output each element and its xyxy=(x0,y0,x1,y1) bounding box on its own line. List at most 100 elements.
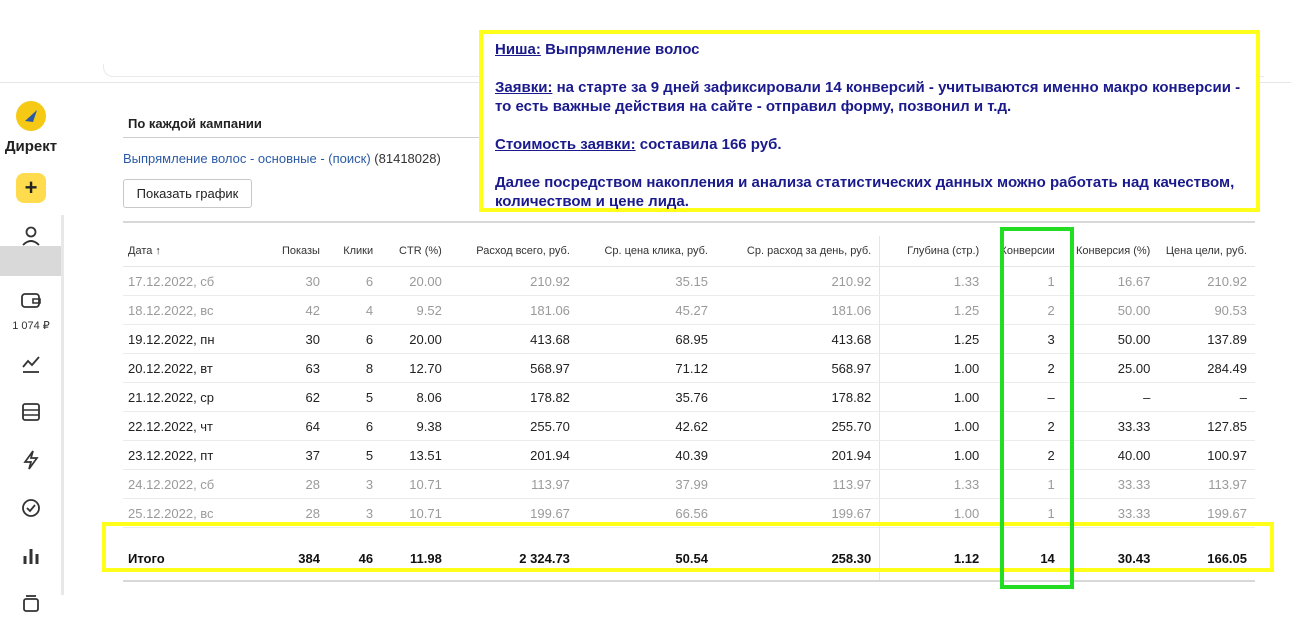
column-header-ctr[interactable]: CTR (%) xyxy=(381,236,450,267)
cell-impressions: 28 xyxy=(233,469,328,499)
wallet-icon[interactable] xyxy=(20,289,42,311)
note-niche: Ниша: Выпрямление волос xyxy=(495,40,1244,59)
cell-conversion-rate: 50.00 xyxy=(1062,324,1159,354)
cell-date: 20.12.2022, вт xyxy=(123,353,234,383)
cell-date: 17.12.2022, сб xyxy=(123,266,234,296)
cell-conversion-rate: 25.00 xyxy=(1062,353,1159,383)
cell-goal-cost: 137.89 xyxy=(1158,324,1255,354)
sidebar xyxy=(0,83,62,615)
column-header-goal-cost[interactable]: Цена цели, руб. xyxy=(1158,236,1255,267)
cell-ctr: 10.71 xyxy=(381,469,450,499)
table-top-divider xyxy=(123,221,1255,223)
note-leads-text: на старте за 9 дней зафиксировали 14 кон… xyxy=(495,79,1241,115)
cell-avg-click-cost: 35.15 xyxy=(577,266,716,296)
cell-impressions: 64 xyxy=(233,411,328,441)
column-header-avg-click-cost[interactable]: Ср. цена клика, руб. xyxy=(577,236,716,267)
note-cost-text: составила 166 руб. xyxy=(635,136,782,153)
campaign-id: (81418028) xyxy=(374,151,441,166)
logo-label: Директ xyxy=(4,138,58,155)
bar-chart-icon[interactable] xyxy=(20,545,42,567)
cell-avg-click-cost: 42.62 xyxy=(577,411,716,441)
cell-clicks: 5 xyxy=(327,440,382,470)
cell-avg-click-cost: 45.27 xyxy=(577,295,716,325)
cell-clicks: 6 xyxy=(327,411,382,441)
check-circle-icon[interactable] xyxy=(20,497,42,519)
sidebar-scrollbar[interactable] xyxy=(61,215,64,595)
list-icon[interactable] xyxy=(20,401,42,423)
table-row: 22.12.2022, чт 64 6 9.38 255.70 42.62 255.70 1.… xyxy=(123,411,1255,441)
note-leads-label: Заявки: xyxy=(495,79,553,96)
cell-ctr: 9.38 xyxy=(381,411,450,441)
sidebar-active-item[interactable] xyxy=(0,246,61,276)
cell-clicks: 4 xyxy=(327,295,382,325)
cell-spend-total: 201.94 xyxy=(449,440,578,470)
cell-ctr: 20.00 xyxy=(381,324,450,354)
cell-date: 21.12.2022, ср xyxy=(123,382,234,412)
cell-avg-daily-spend: 201.94 xyxy=(715,440,880,470)
cell-avg-daily-spend: 210.92 xyxy=(715,266,880,296)
cell-conversion-rate: 33.33 xyxy=(1062,469,1159,499)
note-cost-label: Стоимость заявки: xyxy=(495,136,636,153)
cell-goal-cost: 284.49 xyxy=(1158,353,1255,383)
cell-spend-total: 210.92 xyxy=(449,266,578,296)
cell-avg-click-cost: 35.76 xyxy=(577,382,716,412)
cell-depth: 1.00 xyxy=(879,440,988,470)
annotation-note: Ниша: Выпрямление волос Заявки: на старт… xyxy=(479,30,1260,212)
cell-conversion-rate: – xyxy=(1062,382,1159,412)
cell-date: 23.12.2022, пт xyxy=(123,440,234,470)
table-row: 23.12.2022, пт 37 5 13.51 201.94 40.39 201.94 1… xyxy=(123,440,1255,470)
cell-spend-total: 413.68 xyxy=(449,324,578,354)
cell-depth: 1.25 xyxy=(879,324,988,354)
column-header-impressions[interactable]: Показы xyxy=(233,236,328,267)
table-row: 20.12.2022, вт 63 8 12.70 568.97 71.12 568.97 1… xyxy=(123,353,1255,383)
cell-goal-cost: – xyxy=(1158,382,1255,412)
balance-amount: 1 074 ₽ xyxy=(12,320,50,332)
cell-goal-cost: 127.85 xyxy=(1158,411,1255,441)
layers-icon[interactable] xyxy=(20,593,42,615)
note-niche-label: Ниша: xyxy=(495,41,541,58)
user-icon[interactable] xyxy=(20,225,42,247)
note-leads: Заявки: на старте за 9 дней зафиксировал… xyxy=(495,78,1244,116)
add-campaign-button[interactable]: + xyxy=(16,173,46,203)
table-row: 21.12.2022, ср 62 5 8.06 178.82 35.76 178.82 1.… xyxy=(123,382,1255,412)
campaign-link[interactable]: Выпрямление волос - основные - (поиск) xyxy=(123,151,371,166)
cell-avg-daily-spend: 255.70 xyxy=(715,411,880,441)
column-header-depth[interactable]: Глубина (стр.) xyxy=(879,236,988,267)
cell-clicks: 6 xyxy=(327,266,382,296)
cell-goal-cost: 100.97 xyxy=(1158,440,1255,470)
cell-avg-click-cost: 40.39 xyxy=(577,440,716,470)
direct-logo-icon[interactable] xyxy=(16,101,46,131)
column-header-spend-total[interactable]: Расход всего, руб. xyxy=(449,236,578,267)
cell-avg-daily-spend: 413.68 xyxy=(715,324,880,354)
cell-impressions: 62 xyxy=(233,382,328,412)
note-niche-text: Выпрямление волос xyxy=(540,41,700,58)
cell-ctr: 8.06 xyxy=(381,382,450,412)
cell-depth: 1.33 xyxy=(879,266,988,296)
cell-date: 24.12.2022, сб xyxy=(123,469,234,499)
section-title: По каждой кампании xyxy=(128,116,262,131)
cell-date: 19.12.2022, пн xyxy=(123,324,234,354)
column-header-date[interactable]: Дата ↑ xyxy=(123,236,234,267)
cell-date: 22.12.2022, чт xyxy=(123,411,234,441)
lightning-icon[interactable] xyxy=(20,449,42,471)
column-header-avg-daily-spend[interactable]: Ср. расход за день, руб. xyxy=(715,236,880,267)
cell-clicks: 8 xyxy=(327,353,382,383)
show-chart-button[interactable]: Показать график xyxy=(123,179,252,208)
stats-icon[interactable] xyxy=(20,353,42,375)
cell-avg-daily-spend: 181.06 xyxy=(715,295,880,325)
cell-avg-daily-spend: 113.97 xyxy=(715,469,880,499)
cell-conversion-rate: 50.00 xyxy=(1062,295,1159,325)
cell-avg-click-cost: 68.95 xyxy=(577,324,716,354)
total-row-highlight xyxy=(102,522,1274,572)
cell-conversion-rate: 16.67 xyxy=(1062,266,1159,296)
cell-goal-cost: 210.92 xyxy=(1158,266,1255,296)
cell-depth: 1.00 xyxy=(879,353,988,383)
table-row: 17.12.2022, сб 30 6 20.00 210.92 35.15 210.92 1… xyxy=(123,266,1255,296)
column-header-conversion-rate[interactable]: Конверсия (%) xyxy=(1062,236,1159,267)
cell-impressions: 37 xyxy=(233,440,328,470)
table-row: 18.12.2022, вс 42 4 9.52 181.06 45.27 181.06 1.… xyxy=(123,295,1255,325)
column-header-clicks[interactable]: Клики xyxy=(327,236,382,267)
table-row: 19.12.2022, пн 30 6 20.00 413.68 68.95 413.68 1… xyxy=(123,324,1255,354)
cell-clicks: 6 xyxy=(327,324,382,354)
cell-ctr: 9.52 xyxy=(381,295,450,325)
